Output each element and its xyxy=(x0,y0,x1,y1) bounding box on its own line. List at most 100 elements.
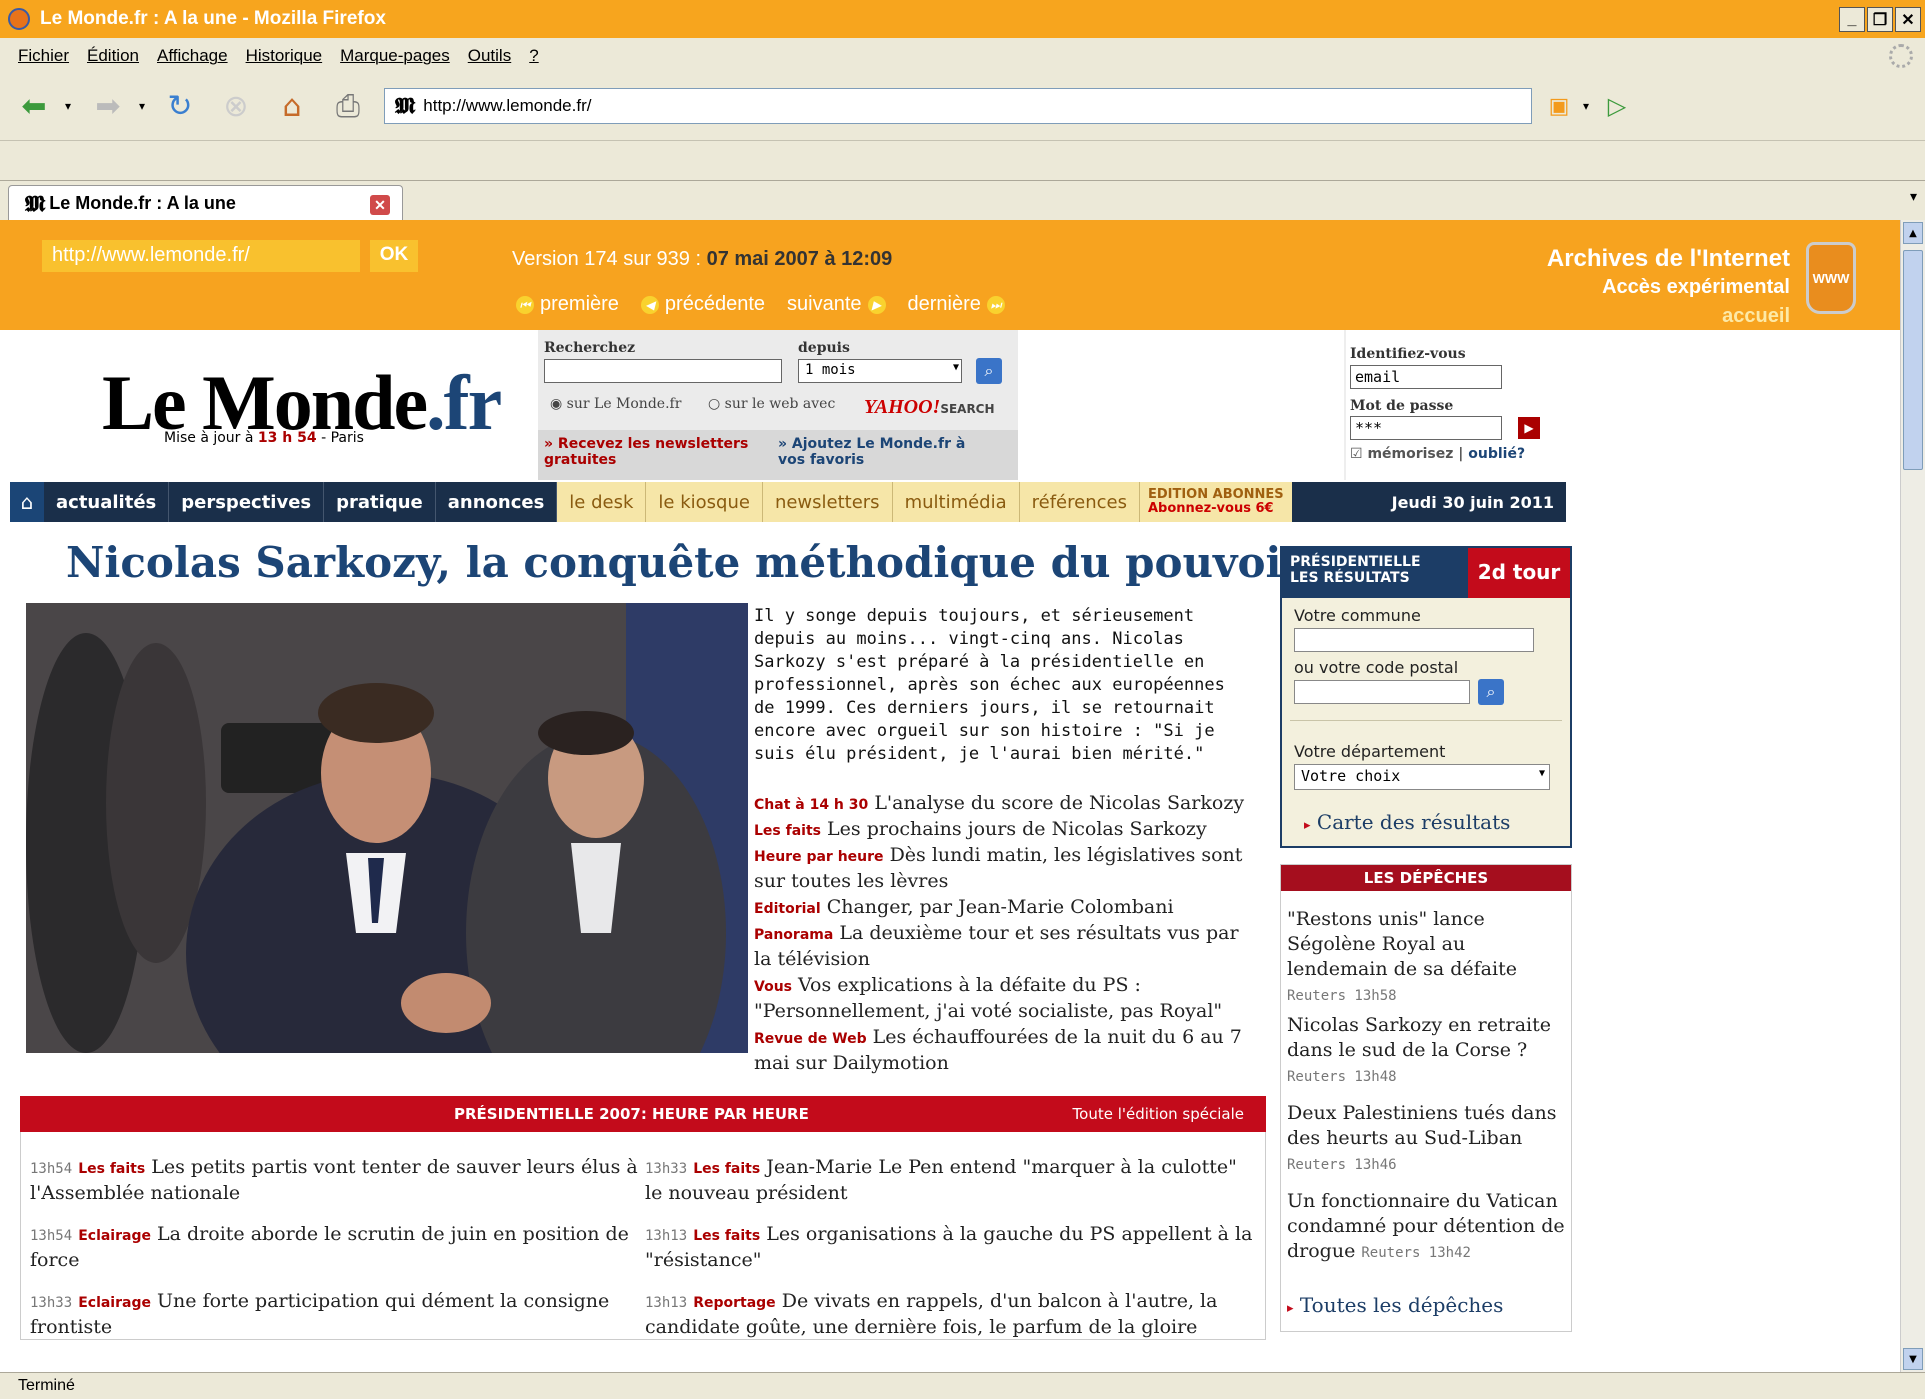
nav-pratique[interactable]: pratique xyxy=(324,482,436,522)
back-arrow-icon[interactable]: ⬅ xyxy=(14,88,54,124)
nav-annonces[interactable]: annonces xyxy=(436,482,558,522)
hourly-item[interactable]: 13h54 Eclairage La droite aborde le scru… xyxy=(30,1221,640,1273)
forgot-link[interactable]: oublié? xyxy=(1468,446,1525,462)
depeche-item[interactable]: "Restons unis" lance Ségolène Royal au l… xyxy=(1287,907,1569,1007)
related-link[interactable]: Editorial Changer, par Jean-Marie Colomb… xyxy=(754,894,1252,920)
maximize-button[interactable]: ❐ xyxy=(1867,7,1893,32)
link-tag: Revue de Web xyxy=(754,1031,867,1047)
nav-abonnes[interactable]: EDITION ABONNES Abonnez-vous 6€ xyxy=(1139,482,1292,522)
depeche-item[interactable]: Nicolas Sarkozy en retraite dans le sud … xyxy=(1287,1013,1569,1088)
main-headline[interactable]: Nicolas Sarkozy, la conquête méthodique … xyxy=(66,538,1304,587)
url-bar[interactable]: 𝕸 http://www.lemonde.fr/ xyxy=(384,88,1532,124)
radio-web[interactable]: ○ sur le web avec xyxy=(708,396,835,412)
back-dropdown-icon[interactable]: ▾ xyxy=(60,88,76,124)
depeche-item[interactable]: Deux Palestiniens tués dans des heurts a… xyxy=(1287,1101,1569,1176)
hourly-item[interactable]: 13h54 Les faits Les petits partis vont t… xyxy=(30,1154,640,1206)
hourly-edition-link[interactable]: Toute l'édition spéciale xyxy=(1073,1105,1244,1123)
dept-select[interactable]: Votre choix ▼ xyxy=(1294,764,1550,790)
depeche-item[interactable]: Un fonctionnaire du Vatican condamné pou… xyxy=(1287,1189,1569,1264)
window-controls: _ ❐ ✕ xyxy=(1839,7,1921,32)
related-link[interactable]: Panorama La deuxième tour et ses résulta… xyxy=(754,920,1252,972)
map-results-link[interactable]: ▸ Carte des résultats xyxy=(1304,810,1510,834)
remember-checkbox[interactable]: mémorisez xyxy=(1367,446,1453,462)
wayback-home-link[interactable]: accueil xyxy=(1547,302,1790,331)
menu-edition[interactable]: Édition xyxy=(87,46,139,66)
home-icon[interactable]: ⌂ xyxy=(272,88,312,124)
select-arrow-icon: ▼ xyxy=(952,362,959,373)
article-photo[interactable] xyxy=(26,603,748,1053)
nav-actualites[interactable]: actualités xyxy=(44,482,170,522)
search-input[interactable] xyxy=(544,359,782,383)
go-arrow-icon[interactable]: ▷ xyxy=(1602,88,1632,124)
tab-close-icon[interactable]: ✕ xyxy=(370,195,390,215)
print-icon[interactable]: ⎙ xyxy=(328,88,368,124)
results-search-button[interactable]: ⌕ xyxy=(1478,679,1504,705)
nav-references[interactable]: références xyxy=(1019,482,1140,522)
commune-input[interactable] xyxy=(1294,628,1534,652)
logo-tld: .fr xyxy=(426,359,502,446)
scroll-thumb[interactable] xyxy=(1903,250,1923,470)
vertical-scrollbar[interactable]: ▲ ▼ xyxy=(1900,220,1925,1372)
related-link[interactable]: Les faits Les prochains jours de Nicolas… xyxy=(754,816,1252,842)
postal-label: ou votre code postal xyxy=(1294,658,1459,677)
related-link[interactable]: Heure par heure Dès lundi matin, les lég… xyxy=(754,842,1252,894)
menu-marque-pages[interactable]: Marque-pages xyxy=(340,46,450,66)
results-divider xyxy=(1290,720,1562,721)
nav-perspectives[interactable]: perspectives xyxy=(169,482,325,522)
reload-icon[interactable]: ↻ xyxy=(160,88,200,124)
hourly-item[interactable]: 13h33 Les faits Jean-Marie Le Pen entend… xyxy=(645,1154,1255,1206)
wayback-last[interactable]: dernière ⏭ xyxy=(908,293,1005,316)
postal-input[interactable] xyxy=(1294,680,1470,704)
menu-historique[interactable]: Historique xyxy=(246,46,323,66)
all-depeches-link[interactable]: ▸ Toutes les dépêches xyxy=(1287,1293,1503,1317)
stop-icon[interactable]: ⊗ xyxy=(216,88,256,124)
nav-multimedia[interactable]: multimédia xyxy=(892,482,1020,522)
hourly-item[interactable]: 13h13 Reportage De vivats en rappels, d'… xyxy=(645,1288,1255,1340)
minimize-button[interactable]: _ xyxy=(1839,7,1865,32)
remember-row: ☑ mémorisez | oublié? xyxy=(1350,446,1526,462)
menu-outils[interactable]: Outils xyxy=(468,46,511,66)
menu-fichier[interactable]: Fichier xyxy=(18,46,69,66)
radio-site[interactable]: ◉ sur Le Monde.fr xyxy=(550,396,681,412)
wayback-url-input[interactable]: http://www.lemonde.fr/ xyxy=(42,240,360,272)
search-label: Recherchez xyxy=(544,340,636,356)
related-link[interactable]: Chat à 14 h 30 L'analyse du score de Nic… xyxy=(754,790,1252,816)
hourly-item[interactable]: 13h33 Eclairage Une forte participation … xyxy=(30,1288,640,1340)
wayback-title-block: Archives de l'Internet Accès expérimenta… xyxy=(1547,244,1790,331)
search-button[interactable]: ⌕ xyxy=(976,358,1002,384)
update-time: Mise à jour à 13 h 54 - Paris xyxy=(164,430,364,446)
nav-home-icon[interactable]: ⌂ xyxy=(10,482,44,522)
password-field[interactable] xyxy=(1350,416,1502,440)
wayback-first[interactable]: ⏮ première xyxy=(516,293,619,316)
url-dropdown-icon[interactable]: ▾ xyxy=(1576,88,1596,124)
nav-newsletters[interactable]: newsletters xyxy=(762,482,893,522)
menu-affichage[interactable]: Affichage xyxy=(157,46,228,66)
nav-le-desk[interactable]: le desk xyxy=(557,482,647,522)
email-field[interactable] xyxy=(1350,365,1502,389)
wayback-ok-button[interactable]: OK xyxy=(370,240,418,272)
rss-feed-icon[interactable]: ▣ xyxy=(1544,88,1574,124)
scroll-down-icon[interactable]: ▼ xyxy=(1903,1348,1923,1370)
forward-dropdown-icon[interactable]: ▾ xyxy=(134,88,150,124)
yahoo-text: YAHOO! xyxy=(864,396,941,418)
wayback-next[interactable]: suivante ▶ xyxy=(787,293,886,316)
wayback-prev-label: précédente xyxy=(664,293,765,315)
hourly-item[interactable]: 13h13 Les faits Les organisations à la g… xyxy=(645,1221,1255,1273)
since-select[interactable]: 1 mois ▼ xyxy=(798,359,962,383)
nav-le-kiosque[interactable]: le kiosque xyxy=(646,482,763,522)
tab-lemonde[interactable]: 𝕸 Le Monde.fr : A la une ✕ xyxy=(8,185,403,221)
close-button[interactable]: ✕ xyxy=(1895,7,1921,32)
favoris-link[interactable]: » Ajoutez Le Monde.fr à vos favoris xyxy=(778,436,978,468)
forward-arrow-icon[interactable]: ➡ xyxy=(88,88,128,124)
wayback-can-icon[interactable]: WWW xyxy=(1806,242,1856,314)
related-link[interactable]: Vous Vos explications à la défaite du PS… xyxy=(754,972,1252,1024)
window-titlebar: Le Monde.fr : A la une - Mozilla Firefox… xyxy=(0,0,1925,38)
menu-help[interactable]: ? xyxy=(529,46,538,66)
wayback-prev[interactable]: ◀ précédente xyxy=(640,293,765,316)
scroll-up-icon[interactable]: ▲ xyxy=(1903,222,1923,244)
item-tag: Eclairage xyxy=(78,1228,151,1244)
tab-list-icon[interactable]: ▾ xyxy=(1910,189,1917,205)
related-link[interactable]: Revue de Web Les échauffourées de la nui… xyxy=(754,1024,1252,1076)
login-button[interactable]: ▶ xyxy=(1518,417,1540,439)
newsletters-link[interactable]: » Recevez les newsletters gratuites xyxy=(544,436,754,468)
